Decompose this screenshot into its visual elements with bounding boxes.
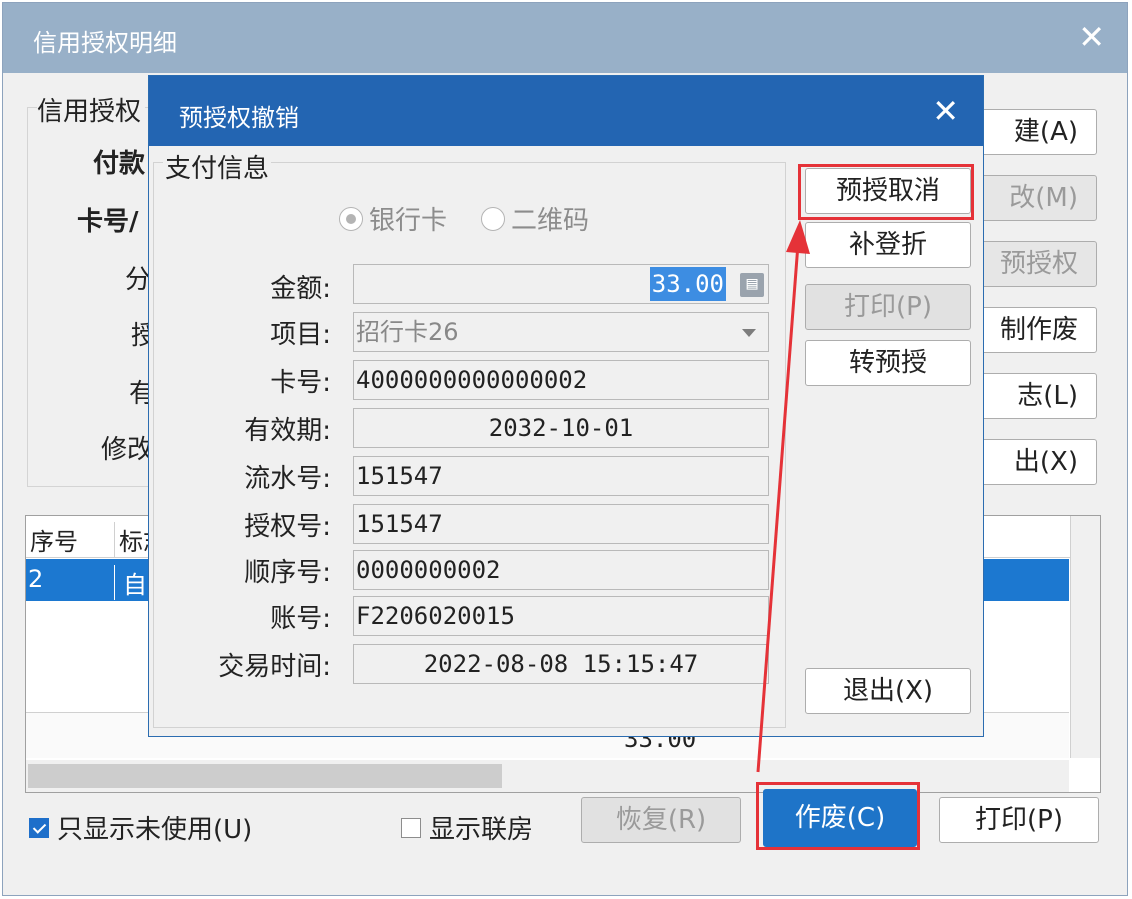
outer-close-icon[interactable]: ✕: [1078, 17, 1105, 57]
amount-value: 33.00: [649, 267, 726, 301]
supplement-button[interactable]: 补登折: [805, 222, 971, 268]
sequence-field[interactable]: 0000000002: [353, 550, 769, 590]
amount-label: 金额:: [270, 274, 331, 304]
auth-number-label: 授权号:: [244, 512, 331, 542]
payment-info-label: 支付信息: [163, 148, 272, 185]
trade-time-field[interactable]: 2022-08-08 15:15:47: [353, 644, 769, 684]
dialog-close-icon[interactable]: ✕: [932, 91, 959, 131]
item-label: 项目:: [270, 320, 331, 350]
radio-unselected-icon[interactable]: [481, 206, 505, 231]
item-select[interactable]: 招行卡26: [353, 312, 769, 352]
payment-label: 付款: [93, 149, 146, 179]
row-seq: 2: [28, 565, 44, 593]
grid-header-seq: 序号: [30, 528, 78, 556]
outer-title-bar: 信用授权明细 ✕: [3, 3, 1127, 73]
row-flag: 自: [114, 565, 147, 600]
card-label: 卡号:: [270, 368, 331, 398]
chevron-down-icon[interactable]: [742, 329, 756, 337]
sequence-label: 顺序号:: [244, 558, 331, 588]
checkbox-checked-icon[interactable]: [29, 817, 49, 838]
account-label: 账号:: [270, 604, 331, 634]
modify-label: 修改: [101, 435, 154, 465]
serial-label: 流水号:: [244, 464, 331, 494]
highlight-void-button: [756, 782, 920, 850]
to-pre-auth-button[interactable]: 转预授: [805, 340, 971, 386]
only-unused-checkbox[interactable]: 只显示未使用(U): [29, 809, 252, 846]
calculator-icon[interactable]: ▤: [740, 273, 764, 297]
card-number-label: 卡号/: [77, 207, 139, 237]
card-number-field[interactable]: 4000000000000002: [353, 360, 769, 400]
show-linked-rooms-label: 显示联房: [429, 815, 534, 845]
amount-field[interactable]: 33.00 ▤: [353, 264, 769, 304]
dialog-title: 预授权撤销: [179, 104, 299, 132]
trade-time-label: 交易时间:: [218, 652, 331, 682]
radio-selected-icon[interactable]: [339, 206, 363, 231]
grid-vertical-scrollbar[interactable]: [1070, 516, 1100, 758]
only-unused-label: 只显示未使用(U): [57, 815, 253, 845]
auth-number-field[interactable]: 151547: [353, 504, 769, 544]
item-value: 招行卡26: [356, 318, 459, 346]
outer-title: 信用授权明细: [33, 29, 177, 57]
radio-bank-card-label: 银行卡: [369, 206, 448, 236]
exit-button-dialog[interactable]: 退出(X): [805, 668, 971, 714]
highlight-pre-auth-cancel: [798, 164, 974, 220]
radio-qr-code[interactable]: 二维码: [481, 200, 589, 237]
show-linked-rooms-checkbox[interactable]: 显示联房: [401, 809, 533, 846]
radio-qr-code-label: 二维码: [511, 206, 590, 236]
expiry-field[interactable]: 2032-10-01: [353, 408, 769, 448]
radio-bank-card[interactable]: 银行卡: [339, 200, 447, 237]
print-button-dialog[interactable]: 打印(P): [805, 284, 971, 330]
restore-button[interactable]: 恢复(R): [581, 797, 741, 843]
scrollbar-thumb[interactable]: [28, 764, 502, 788]
credit-auth-group-label: 信用授权: [37, 91, 146, 128]
dialog-title-bar: 预授权撤销 ✕: [149, 76, 983, 146]
print-button-outer[interactable]: 打印(P): [939, 797, 1099, 843]
account-field[interactable]: F2206020015: [353, 596, 769, 636]
expiry-label: 有效期:: [244, 416, 331, 446]
serial-field[interactable]: 151547: [353, 456, 769, 496]
checkbox-unchecked-icon[interactable]: [401, 817, 421, 838]
